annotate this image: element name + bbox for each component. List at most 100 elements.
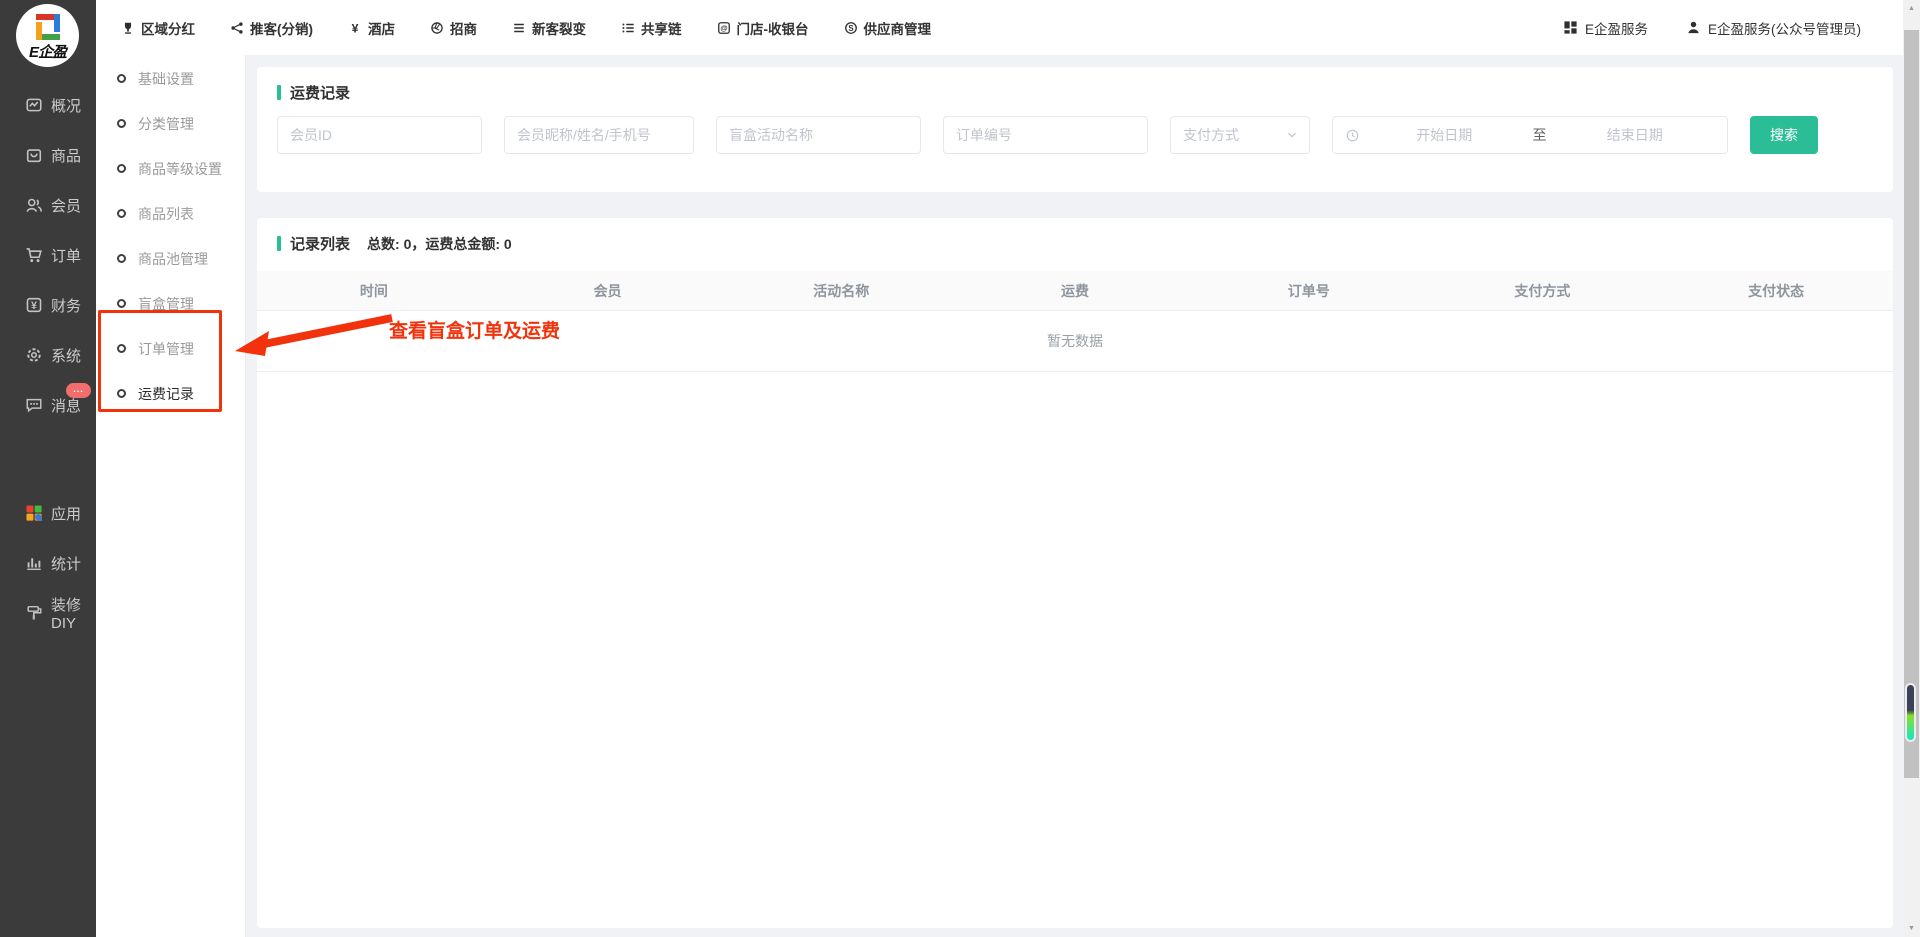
- topnav-item-label: 区域分红: [141, 18, 195, 38]
- cart-icon: [25, 246, 43, 264]
- cashier-icon: @: [717, 21, 731, 35]
- submenu-item[interactable]: 运费记录: [96, 371, 245, 416]
- submenu-item[interactable]: 分类管理: [96, 101, 245, 146]
- circle-bullet-icon: [117, 164, 126, 173]
- circle-bullet-icon: [117, 254, 126, 263]
- topnav-item-label: 推客(分销): [250, 18, 313, 38]
- records-summary: 总数: 0，运费总金额: 0: [367, 234, 512, 254]
- submenu-item[interactable]: 商品列表: [96, 191, 245, 236]
- member-info-input[interactable]: [504, 116, 694, 154]
- admin-app: E企盈 概况 商品 会员: [0, 0, 1920, 937]
- panel-title: 运费记录: [290, 82, 350, 103]
- scroll-down-button[interactable]: ▼: [1903, 920, 1920, 937]
- date-range-input[interactable]: 开始日期 至 结束日期: [1332, 116, 1728, 154]
- date-end-placeholder: 结束日期: [1555, 125, 1716, 145]
- aperture-icon: [430, 21, 444, 35]
- topbar-account-label: E企盈服务: [1585, 18, 1648, 38]
- topnav-item[interactable]: S 供应商管理: [844, 18, 932, 38]
- overview-icon: [25, 96, 43, 114]
- topnav-item-label: 招商: [450, 18, 477, 38]
- topnav-item[interactable]: 新客裂变: [512, 18, 586, 38]
- freight-search-panel: 运费记录 支付方式 开始日期 至 结束日期 搜索: [257, 67, 1893, 192]
- rail-item-label: 财务: [51, 295, 81, 316]
- member-id-input[interactable]: [277, 116, 482, 154]
- chevron-down-icon: [1285, 128, 1299, 142]
- submenu-item[interactable]: 盲盒管理: [96, 281, 245, 326]
- scroll-up-button[interactable]: ▲: [1903, 0, 1920, 17]
- rail-item[interactable]: 应用: [0, 488, 96, 538]
- table-column-header: 会员: [491, 281, 725, 301]
- circle-bullet-icon: [117, 389, 126, 398]
- secondary-sidebar: 基础设置 分类管理 商品等级设置 商品列表 商品池管理: [96, 55, 246, 937]
- topbar-account-item[interactable]: E企盈服务(公众号管理员): [1686, 18, 1861, 38]
- rail-item[interactable]: 统计: [0, 538, 96, 588]
- topbar-account-label: E企盈服务(公众号管理员): [1708, 18, 1861, 38]
- circle-bullet-icon: [117, 299, 126, 308]
- rail-item[interactable]: 订单: [0, 230, 96, 280]
- brand-logo[interactable]: E企盈: [16, 4, 79, 67]
- rail-item[interactable]: ¥ 财务: [0, 280, 96, 330]
- topnav-item[interactable]: 共享链: [621, 18, 682, 38]
- rail-item-label: 系统: [51, 345, 81, 366]
- members-icon: [25, 196, 43, 214]
- message-icon: [25, 396, 43, 414]
- submenu-item-label: 盲盒管理: [138, 294, 194, 314]
- topbar: 区域分红 推客(分销) ¥ 酒店 招商: [96, 0, 1903, 55]
- order-no-input[interactable]: [943, 116, 1148, 154]
- topnav-item-label: 供应商管理: [864, 18, 932, 38]
- submenu-item-label: 商品列表: [138, 204, 194, 224]
- title-accent-bar: [277, 85, 281, 100]
- clock-icon: [1345, 128, 1360, 143]
- rail-menu-main: 概况 商品 会员 订单: [0, 80, 96, 430]
- scrollbar[interactable]: ▲ ▼: [1903, 0, 1920, 937]
- topnav-item-label: 新客裂变: [532, 18, 586, 38]
- submenu-item[interactable]: 订单管理: [96, 326, 245, 371]
- filter-row: 支付方式 开始日期 至 结束日期 搜索: [257, 103, 1893, 154]
- submenu-item-label: 订单管理: [138, 339, 194, 359]
- apps-grid-icon: [1563, 20, 1578, 35]
- rail-item[interactable]: 会员: [0, 180, 96, 230]
- submenu-item[interactable]: 商品池管理: [96, 236, 245, 281]
- topnav-item[interactable]: 区域分红: [121, 18, 195, 38]
- svg-text:@: @: [720, 23, 727, 32]
- rail-item-label: 商品: [51, 145, 81, 166]
- table-column-header: 订单号: [1192, 281, 1426, 301]
- topnav-item[interactable]: @ 门店-收银台: [717, 18, 809, 38]
- pay-method-select[interactable]: 支付方式: [1170, 116, 1310, 154]
- rail-item[interactable]: 装修DIY: [0, 588, 96, 638]
- supplier-icon: S: [844, 21, 858, 35]
- topnav-item[interactable]: ¥ 酒店: [348, 18, 395, 38]
- message-badge: ...: [66, 383, 91, 398]
- rail-item[interactable]: 系统: [0, 330, 96, 380]
- pay-method-placeholder: 支付方式: [1183, 125, 1239, 145]
- stats-icon: [25, 554, 43, 572]
- menu-lines-icon: [512, 21, 526, 35]
- records-title: 记录列表: [290, 233, 350, 254]
- rail-item-label: 应用: [51, 503, 81, 524]
- topbar-account-item[interactable]: E企盈服务: [1563, 18, 1648, 38]
- submenu-item-label: 运费记录: [138, 384, 194, 404]
- submenu-item[interactable]: 基础设置: [96, 56, 245, 101]
- circle-bullet-icon: [117, 74, 126, 83]
- rail-item[interactable]: 商品: [0, 130, 96, 180]
- search-button[interactable]: 搜索: [1750, 116, 1818, 154]
- rail-item-label: 概况: [51, 95, 81, 116]
- topnav-item[interactable]: 招商: [430, 18, 477, 38]
- rail-item[interactable]: 消息 ...: [0, 380, 96, 430]
- date-start-placeholder: 开始日期: [1364, 125, 1525, 145]
- submenu-item[interactable]: 商品等级设置: [96, 146, 245, 191]
- goods-icon: [25, 146, 43, 164]
- brand-logo-icon: [30, 9, 66, 45]
- topnav-item-label: 酒店: [368, 18, 395, 38]
- date-separator: 至: [1525, 125, 1555, 145]
- scrollbar-thumb[interactable]: [1904, 30, 1919, 778]
- submenu-item-label: 商品等级设置: [138, 159, 222, 179]
- table-column-header: 运费: [958, 281, 1192, 301]
- table-column-header: 支付方式: [1426, 281, 1660, 301]
- activity-name-input[interactable]: [716, 116, 921, 154]
- topnav-item[interactable]: 推客(分销): [230, 18, 313, 38]
- circle-bullet-icon: [117, 344, 126, 353]
- svg-text:¥: ¥: [352, 21, 359, 35]
- scroll-position-marker: [1905, 683, 1916, 742]
- rail-item[interactable]: 概况: [0, 80, 96, 130]
